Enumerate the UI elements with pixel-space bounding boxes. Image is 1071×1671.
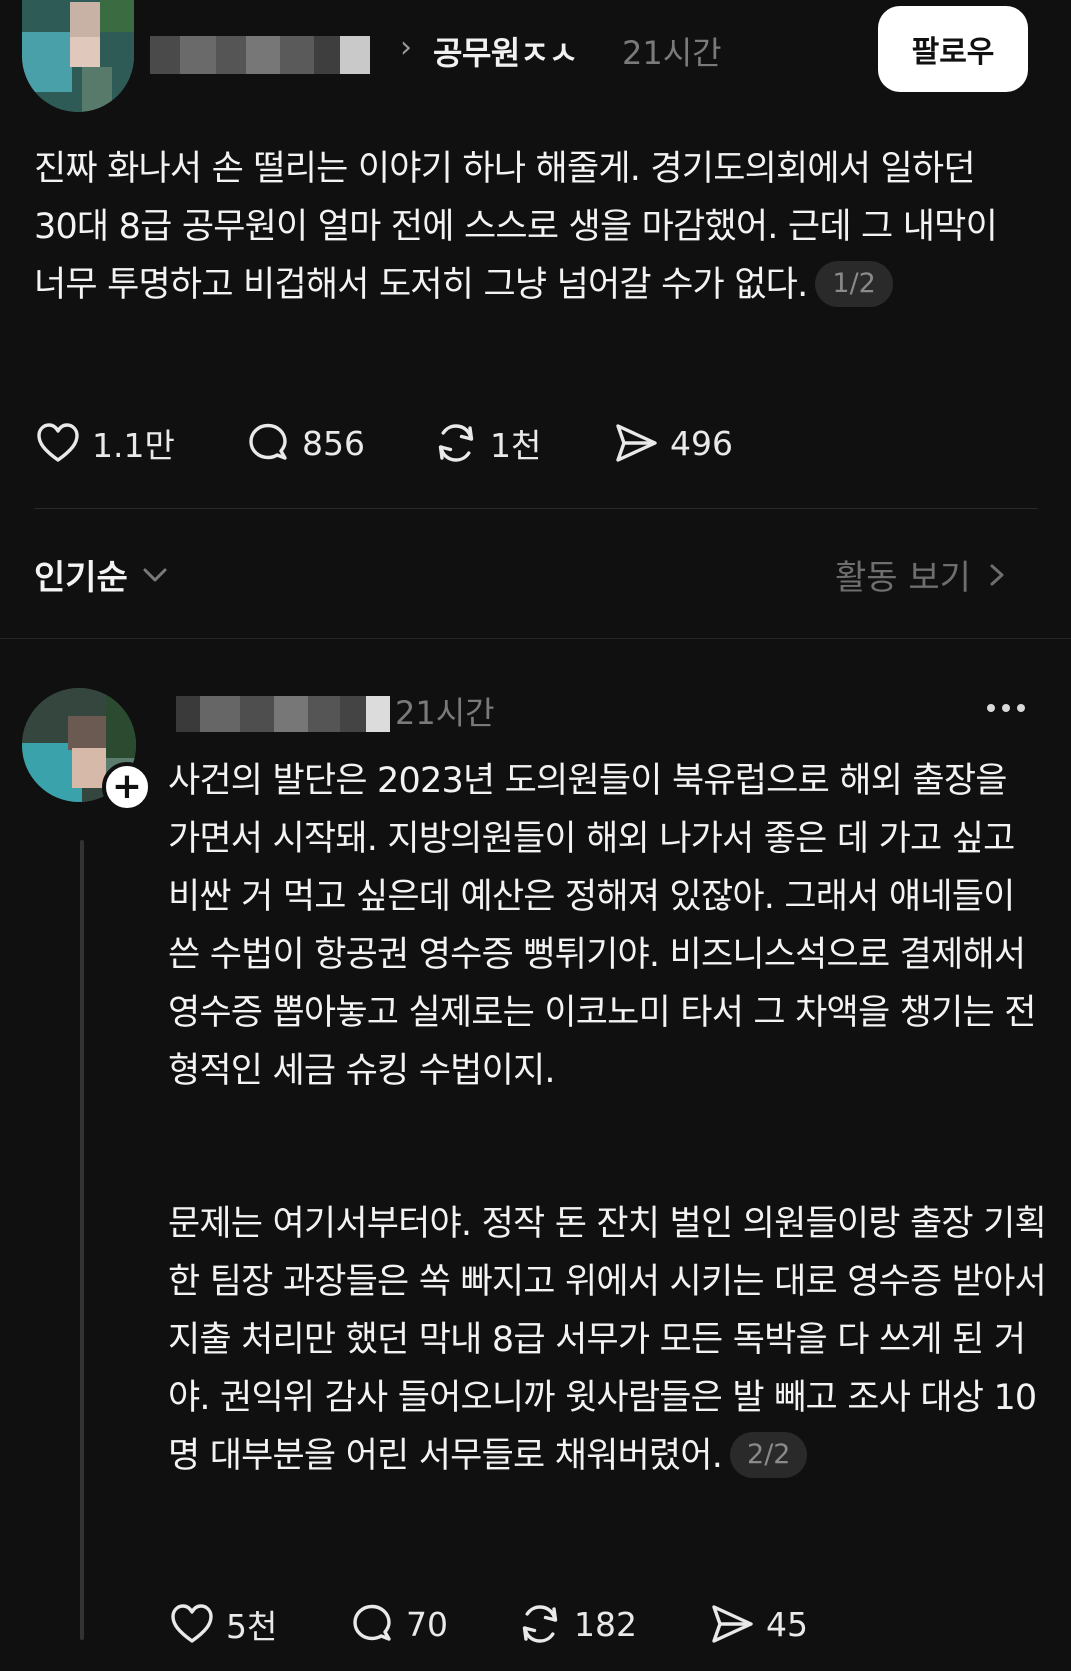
chevron-right-icon: ›: [400, 30, 412, 65]
reply-like-count: 5천: [226, 1607, 278, 1646]
activity-label: 활동 보기: [835, 558, 971, 598]
heart-icon: [37, 423, 79, 462]
comment-bubble-icon: [353, 1604, 391, 1641]
post-divider: [34, 508, 1038, 509]
more-dots-icon[interactable]: [987, 704, 1025, 712]
reply-paragraph-2: 문제는 여기서부터야. 정작 돈 잔치 벌인 의원들이랑 출장 기획한 팀장 과…: [168, 1195, 1048, 1485]
comment-button[interactable]: 856: [244, 413, 365, 473]
repost-icon: [438, 424, 474, 462]
plus-icon: +: [111, 766, 143, 807]
reply-paragraph-1: 사건의 발단은 2023년 도의원들이 북유럽으로 해외 출장을 가면서 시작돼…: [168, 752, 1048, 1100]
follow-plus-button[interactable]: +: [102, 762, 152, 812]
comment-count: 856: [302, 423, 365, 463]
share-count: 496: [670, 423, 733, 463]
post-actions: 1.1만 856 1천 496: [34, 413, 794, 473]
like-button[interactable]: 1.1만: [34, 413, 175, 473]
activity-link[interactable]: 활동 보기: [835, 550, 1011, 599]
reply-text-2: 문제는 여기서부터야. 정작 돈 잔치 벌인 의원들이랑 출장 기획한 팀장 과…: [168, 1204, 1047, 1476]
reply-repost-button[interactable]: 182: [516, 1594, 637, 1654]
repost-count: 1천: [490, 426, 542, 465]
reply-repost-count: 182: [574, 1604, 637, 1644]
post-body: 진짜 화나서 손 떨리는 이야기 하나 해줄게. 경기도의회에서 일하던 30대…: [34, 140, 1014, 314]
topic-tag[interactable]: 공무원ㅈㅅ: [433, 28, 578, 74]
sort-dropdown[interactable]: 인기순: [34, 550, 172, 599]
like-count: 1.1만: [92, 426, 175, 465]
section-divider: [0, 638, 1071, 639]
reply-like-button[interactable]: 5천: [168, 1594, 277, 1654]
follow-button[interactable]: 팔로우: [878, 6, 1028, 92]
comment-bubble-icon: [249, 423, 287, 460]
reply-share-count: 45: [766, 1604, 808, 1644]
chevron-right-icon: [990, 564, 1004, 585]
sort-label: 인기순: [34, 558, 128, 598]
thread-line: [80, 840, 84, 1640]
reply-comment-button[interactable]: 70: [348, 1594, 448, 1654]
reply-comment-count: 70: [406, 1604, 448, 1644]
share-button[interactable]: 496: [612, 413, 733, 473]
reply-share-button[interactable]: 45: [708, 1594, 808, 1654]
page-indicator: 1/2: [815, 261, 893, 307]
repost-icon: [522, 1605, 558, 1643]
reply-actions: 5천 70 182 45: [168, 1594, 868, 1654]
send-icon: [616, 424, 657, 462]
heart-icon: [171, 1604, 213, 1643]
send-icon: [712, 1605, 753, 1643]
reply-username-redacted[interactable]: [176, 696, 390, 732]
reply-page-indicator: 2/2: [730, 1432, 808, 1478]
repost-button[interactable]: 1천: [432, 413, 541, 473]
post-time: 21시간: [622, 34, 722, 72]
reply-text-1: 사건의 발단은 2023년 도의원들이 북유럽으로 해외 출장을 가면서 시작돼…: [168, 761, 1036, 1091]
chevron-down-icon: [143, 568, 167, 581]
reply-time: 21시간: [395, 694, 495, 732]
author-avatar[interactable]: [22, 0, 134, 112]
author-username-redacted[interactable]: [150, 36, 370, 74]
